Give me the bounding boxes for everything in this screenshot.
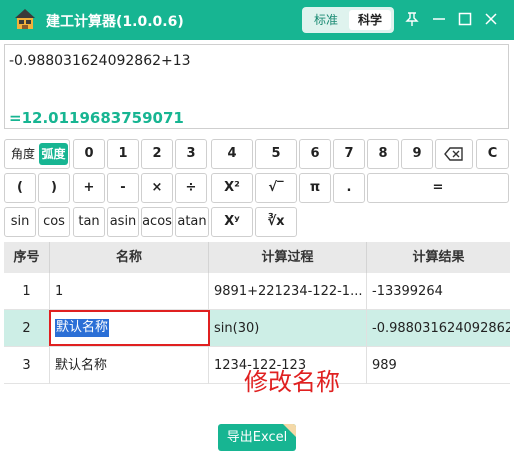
key-cube-root[interactable]: ∛x [255,207,297,237]
name-edit-input[interactable]: 默认名称 [49,310,210,346]
key-divide[interactable]: ÷ [175,173,207,203]
key-sin[interactable]: sin [4,207,36,237]
app-title: 建工计算器(1.0.0.6) [46,14,184,30]
header-index: 序号 [4,242,50,273]
mode-switch: 标准 科学 [302,7,394,33]
key-close-paren[interactable]: ) [38,173,70,203]
key-7[interactable]: 7 [333,139,365,169]
cell-process: sin(30) [209,310,367,347]
key-5[interactable]: 5 [255,139,297,169]
key-minus[interactable]: - [107,173,139,203]
calculator-display[interactable]: -0.988031624092862+13 =12.0119683759071 [4,44,509,129]
key-3[interactable]: 3 [175,139,207,169]
pin-icon[interactable] [403,10,421,28]
backspace-button[interactable] [435,139,473,169]
maximize-icon[interactable] [456,10,474,28]
key-8[interactable]: 8 [367,139,399,169]
key-4[interactable]: 4 [211,139,253,169]
close-icon[interactable] [482,10,500,28]
cell-result: -0.988031624092862 [372,321,510,336]
cell-name[interactable]: 1 [50,273,209,310]
key-atan[interactable]: atan [175,207,209,237]
export-excel-button[interactable]: 导出Excel [218,424,296,451]
result-text: =12.0119683759071 [9,109,184,127]
export-excel-label: 导出Excel [226,430,288,445]
table-row[interactable]: 1 1 9891+221234-122-1... -13399264 [4,273,510,310]
history-table: 序号 名称 计算过程 计算结果 1 1 9891+221234-122-1...… [4,242,510,384]
header-process: 计算过程 [209,242,367,273]
key-power[interactable]: Xʸ [211,207,253,237]
header-result: 计算结果 [367,242,510,273]
key-0[interactable]: 0 [73,139,105,169]
key-square[interactable]: X² [211,173,253,203]
cell-name[interactable]: 默认名称 [50,347,209,384]
key-1[interactable]: 1 [107,139,139,169]
key-pi[interactable]: π [299,173,331,203]
minimize-icon[interactable] [430,10,448,28]
key-acos[interactable]: acos [141,207,173,237]
key-cos[interactable]: cos [38,207,70,237]
key-9[interactable]: 9 [401,139,433,169]
rename-annotation: 修改名称 [244,368,340,396]
cell-index: 3 [4,347,50,384]
cell-result: 989 [372,358,397,373]
angle-mode-toggle: 角度 弧度 [4,139,70,169]
clear-button[interactable]: C [476,139,509,169]
radian-mode-button[interactable]: 弧度 [39,143,68,165]
standard-mode-button[interactable]: 标准 [305,10,347,30]
cell-index: 1 [4,273,50,310]
equals-button[interactable]: = [367,173,509,203]
key-open-paren[interactable]: ( [4,173,36,203]
cell-result: -13399264 [372,284,443,299]
cell-index: 2 [4,310,50,347]
key-multiply[interactable]: × [141,173,173,203]
key-sqrt[interactable]: √‾ [255,173,297,203]
key-6[interactable]: 6 [299,139,331,169]
key-plus[interactable]: + [73,173,105,203]
name-edit-selected-text: 默认名称 [55,319,110,337]
key-decimal[interactable]: . [333,173,365,203]
key-asin[interactable]: asin [107,207,139,237]
degree-mode-button[interactable]: 角度 [8,140,38,168]
key-tan[interactable]: tan [73,207,105,237]
title-bar: 建工计算器(1.0.0.6) 标准 科学 [0,0,514,40]
app-house-icon [15,9,35,29]
expression-text: -0.988031624092862+13 [9,53,191,69]
cell-process: 9891+221234-122-1... [209,273,367,310]
scientific-mode-button[interactable]: 科学 [349,10,391,30]
header-name: 名称 [50,242,209,273]
key-2[interactable]: 2 [141,139,173,169]
backspace-icon [444,147,463,161]
export-corner-mark [283,424,296,437]
